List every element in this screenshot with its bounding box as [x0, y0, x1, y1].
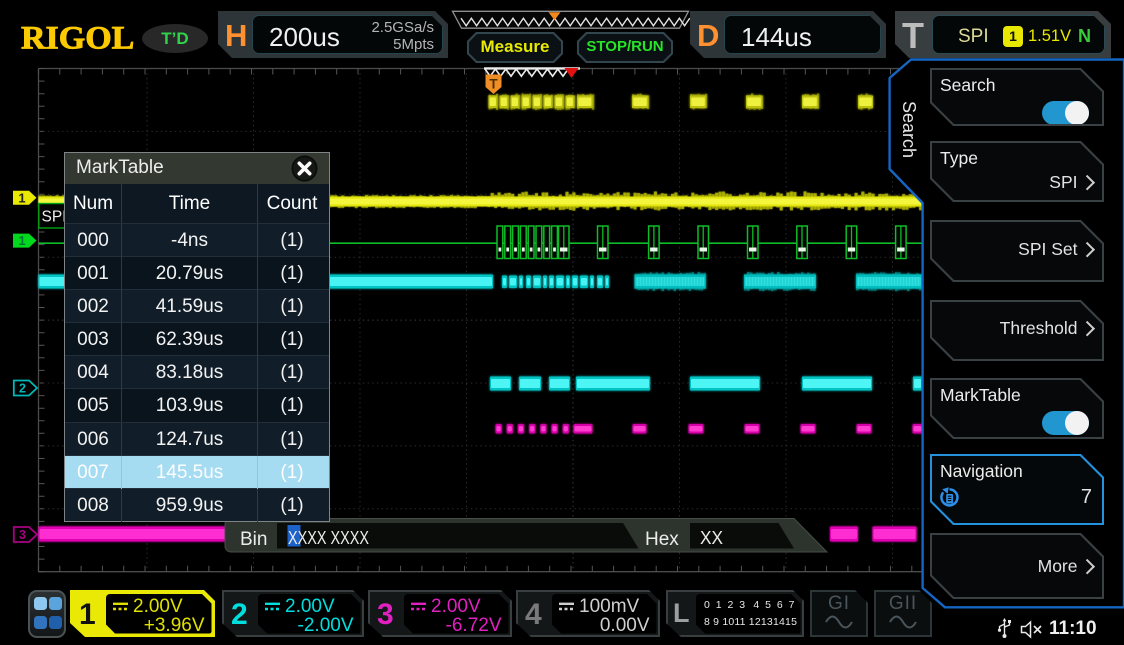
svg-text:XX: XX: [700, 528, 723, 548]
svg-text:XXXX XXXX: XXXX XXXX: [288, 528, 369, 548]
svg-text:1: 1: [18, 233, 25, 248]
svg-text:T: T: [489, 77, 498, 92]
svg-text:3: 3: [19, 528, 26, 542]
svg-text:1: 1: [18, 190, 25, 205]
svg-text:Hex: Hex: [645, 529, 679, 550]
svg-text:Bin: Bin: [240, 529, 267, 550]
svg-text:2: 2: [19, 382, 26, 396]
svg-text:SPI: SPI: [42, 209, 67, 226]
